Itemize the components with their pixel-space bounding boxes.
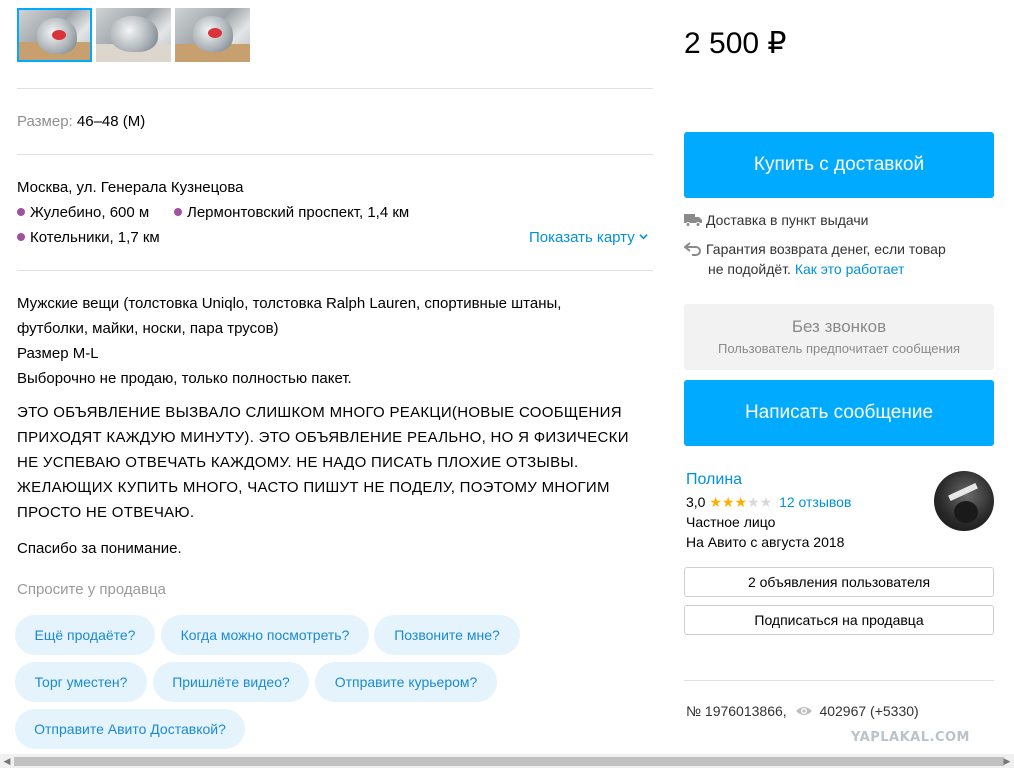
description-caps-line: ЭТО ОБЪЯВЛЕНИЕ ВЫЗВАЛО СЛИШКОМ МНОГО РЕА… xyxy=(17,404,622,421)
description-line: футболки, майки, носки, пара трусов) xyxy=(17,320,279,337)
avatar[interactable] xyxy=(934,471,994,531)
seller-type: Частное лицо xyxy=(686,514,776,530)
rating-stars: ★★★★★ xyxy=(709,494,772,510)
subscribe-seller-button[interactable]: Подписаться на продавца xyxy=(684,605,994,635)
truck-icon xyxy=(684,214,702,227)
size-row: Размер: 46–48 (M) xyxy=(17,109,145,134)
photo-thumbnail-3[interactable] xyxy=(175,8,250,62)
divider xyxy=(684,680,994,681)
quick-question-chip[interactable]: Когда можно посмотреть? xyxy=(161,615,369,655)
watermark: YAPLAKAL.COM xyxy=(851,730,970,745)
divider xyxy=(17,88,653,89)
divider xyxy=(17,154,653,155)
metro-station: Котельники, 1,7 км xyxy=(17,225,160,250)
no-calls-title: Без звонков xyxy=(791,317,887,336)
metro-dot-icon xyxy=(174,208,182,216)
no-calls-subtitle: Пользователь предпочитает сообщения xyxy=(717,341,960,356)
delivery-pickup: Доставка в пункт выдачи xyxy=(684,210,869,230)
quick-question-chip[interactable]: Ещё продаёте? xyxy=(15,615,155,655)
metro-station: Лермонтовский проспект, 1,4 км xyxy=(174,200,409,225)
description-caps-line: ПРИХОДЯТ КАЖДУЮ МИНУТУ). ЭТО ОБЪЯВЛЕНИЕ … xyxy=(17,429,629,446)
return-arrow-icon xyxy=(683,242,701,256)
description-line: Размер M-L xyxy=(17,345,99,362)
description-caps-line: НЕ УСПЕВАЮ ОТВЕЧАТЬ КАЖДОМУ. НЕ НАДО ПИС… xyxy=(17,454,579,471)
buy-with-delivery-button[interactable]: Купить с доставкой xyxy=(684,132,994,198)
star-icon: ★ xyxy=(721,494,735,510)
no-calls-box: Без звонков Пользователь предпочитает со… xyxy=(684,304,994,370)
rating-value: 3,0 xyxy=(686,494,706,510)
photo-thumbnail-1[interactable] xyxy=(17,8,92,62)
chevron-down-icon xyxy=(639,234,648,240)
scrollbar-thumb[interactable] xyxy=(14,757,1004,766)
scroll-left-arrow-icon[interactable]: ◀ xyxy=(0,754,14,768)
size-label: Размер: xyxy=(17,113,73,130)
description-thanks: Спасибо за понимание. xyxy=(17,540,182,557)
description-caps-line: ЖЕЛАЮЩИХ КУПИТЬ МНОГО, ЧАСТО ПИШУТ НЕ ПО… xyxy=(17,479,610,496)
eye-icon xyxy=(795,707,812,715)
star-icon: ★ xyxy=(747,494,760,510)
scroll-right-arrow-icon[interactable]: ▶ xyxy=(1000,754,1014,768)
delivery-guarantee-line2: не подойдёт. Как это работает xyxy=(708,261,905,277)
photo-thumbnail-2[interactable] xyxy=(96,8,171,62)
star-icon: ★ xyxy=(709,494,722,510)
description-caps-line: ПРОСТО НЕ ОТВЕЧАЮ. xyxy=(17,504,195,521)
views-count: 402967 (+5330) xyxy=(819,703,919,719)
star-icon: ★ xyxy=(734,494,748,510)
quick-question-chip[interactable]: Отправите курьером? xyxy=(315,662,497,702)
quick-question-chip[interactable]: Отправите Авито Доставкой? xyxy=(15,709,245,749)
metro-dot-icon xyxy=(17,233,25,241)
description-line: Мужские вещи (толстовка Uniqlo, толстовк… xyxy=(17,295,562,312)
show-map-link[interactable]: Показать карту xyxy=(529,225,648,250)
horizontal-scrollbar[interactable]: ◀ ▶ xyxy=(0,754,1014,768)
description-line: Выборочно не продаю, только полностью па… xyxy=(17,370,352,387)
quick-question-chip[interactable]: Позвоните мне? xyxy=(374,615,520,655)
how-it-works-link[interactable]: Как это работает xyxy=(795,261,905,277)
listing-stats: № 1976013866, 402967 (+5330) xyxy=(686,701,919,721)
ask-seller-title: Спросите у продавца xyxy=(17,581,166,598)
size-value: 46–48 (M) xyxy=(76,113,146,130)
address: Москва, ул. Генерала Кузнецова xyxy=(17,179,244,196)
user-listings-button[interactable]: 2 объявления пользователя xyxy=(684,567,994,597)
delivery-guarantee: Гарантия возврата денег, если товар xyxy=(683,239,946,259)
price: 2 500 ₽ xyxy=(684,27,787,60)
reviews-link[interactable]: 12 отзывов xyxy=(779,494,851,510)
write-message-button[interactable]: Написать сообщение xyxy=(684,380,994,446)
description: Мужские вещи (толстовка Uniqlo, толстовк… xyxy=(17,291,653,561)
seller-since: На Авито с августа 2018 xyxy=(686,534,845,550)
metro-station: Жулебино, 600 м xyxy=(17,200,149,225)
listing-number: № 1976013866, xyxy=(686,703,787,719)
seller-rating: 3,0 ★★★★★ 12 отзывов xyxy=(686,492,851,512)
divider xyxy=(17,270,653,271)
quick-question-chip[interactable]: Торг уместен? xyxy=(15,662,147,702)
star-icon: ★ xyxy=(759,494,773,510)
metro-dot-icon xyxy=(17,208,25,216)
quick-question-chip[interactable]: Пришлёте видео? xyxy=(153,662,309,702)
seller-name[interactable]: Полина xyxy=(686,470,742,490)
